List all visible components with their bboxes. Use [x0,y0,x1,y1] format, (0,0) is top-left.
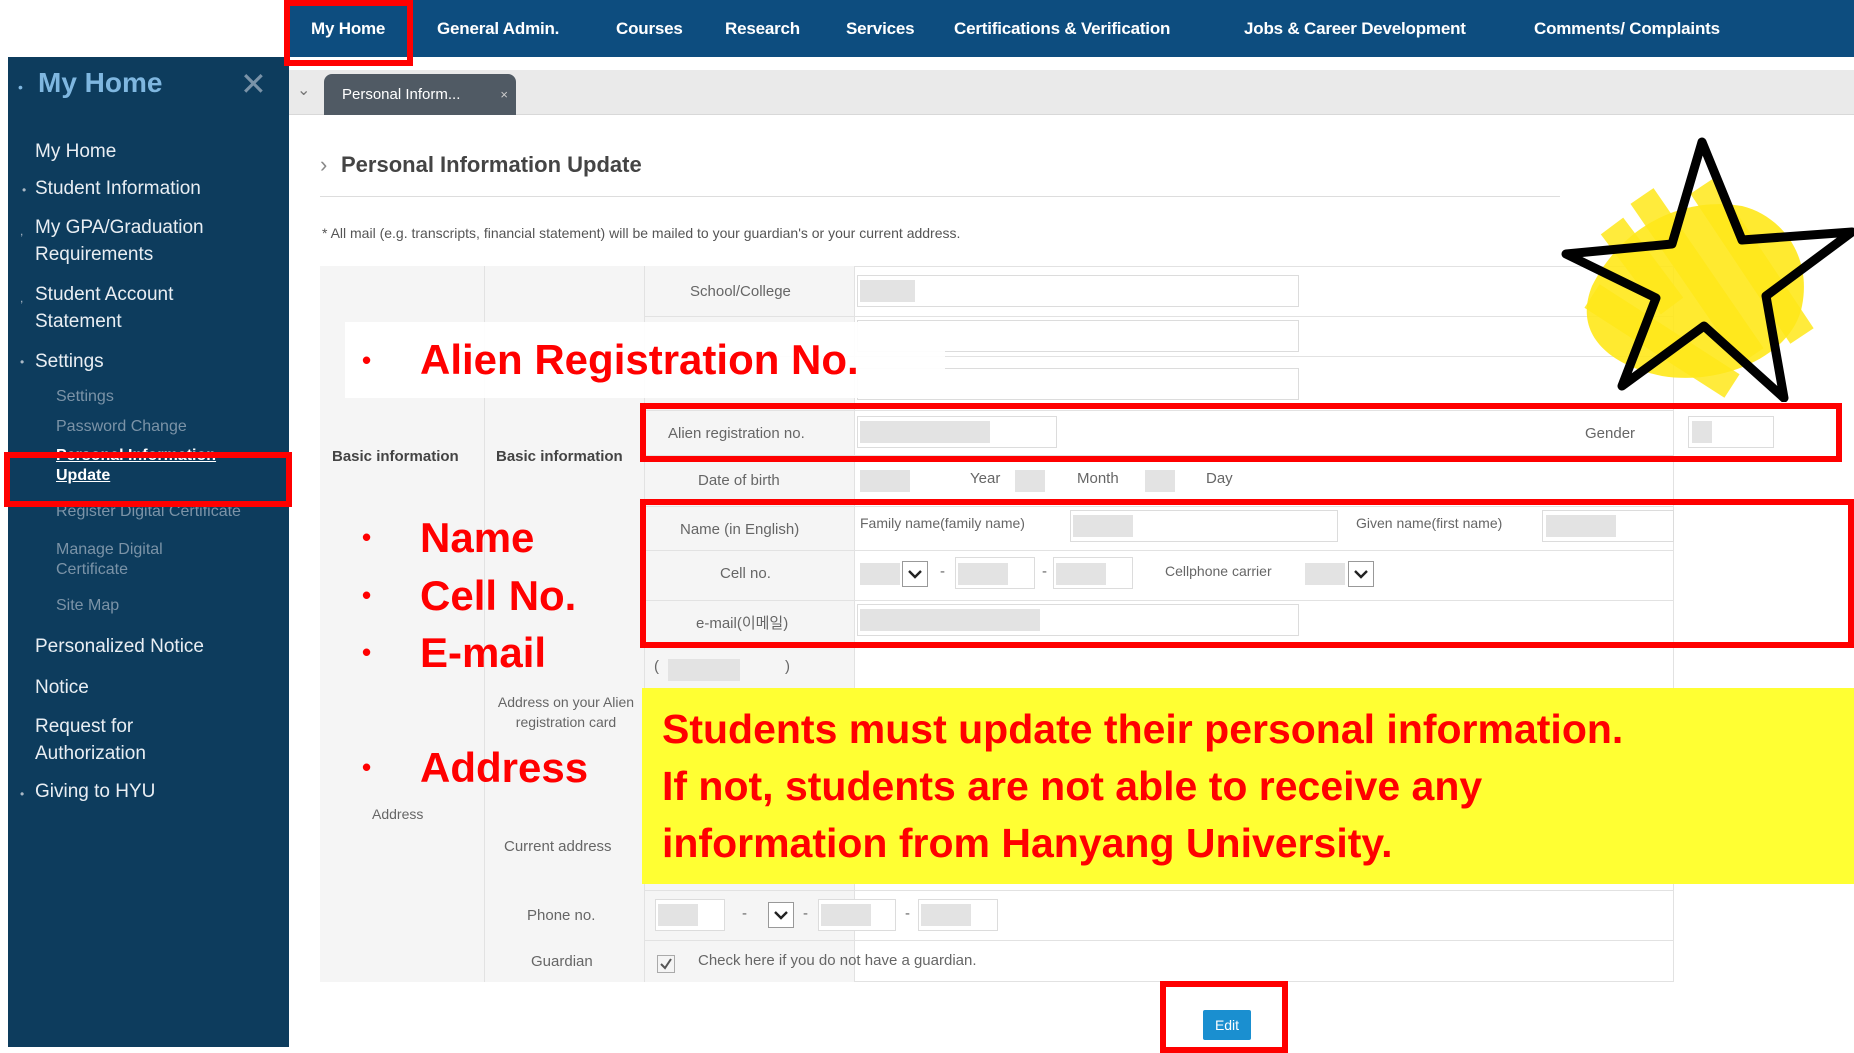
masked-value [921,904,971,926]
phone-separator: - [742,905,747,922]
sidebar-dot: • [22,183,27,197]
bullet-dot: • [362,637,372,667]
sidebar-sub-site-map[interactable]: Site Map [56,595,119,617]
dob-month-masked [1015,470,1045,492]
star-icon [1552,136,1854,403]
sidebar-dot: • [20,787,25,801]
highlight-alien-registration-row [640,403,1842,462]
annotation-email: E-mail [420,629,547,676]
zip-paren-open: ( [654,658,659,675]
school-college-field [857,275,1299,307]
nav-services[interactable]: Services [846,0,915,57]
masked-value [821,904,871,926]
nav-jobs-career[interactable]: Jobs & Career Development [1244,0,1466,57]
checkmark-icon [660,958,672,970]
sidebar-item-gpa[interactable]: My GPA/Graduation Requirements [35,214,235,268]
address-alien-card-label: Address on your Alien registration card [497,694,635,730]
dob-year-label: Year [970,470,1001,487]
current-address-label: Current address [504,838,612,855]
masked-value [860,280,915,302]
notice-line-3: information from Hanyang University. [662,820,1393,866]
dob-day-label: Day [1206,470,1233,487]
sidebar-item-personalized-notice[interactable]: Personalized Notice [35,633,204,660]
phone-prefix-select[interactable] [768,902,794,928]
dob-month-label: Month [1077,470,1119,487]
top-navigation: My Home General Admin. Courses Research … [289,0,1854,57]
guardian-checkbox[interactable] [657,955,675,973]
annotation-name: Name [420,514,535,561]
guardian-check-text: Check here if you do not have a guardian… [698,952,977,969]
sidebar-dot: • [20,355,25,369]
subgroup-label-basic: Basic information [496,448,623,465]
bullet-dot: • [362,522,372,552]
annotation-alien-registration: Alien Registration No. [420,336,859,383]
highlight-edit-button [1160,981,1288,1053]
notice-line-1: Students must update their personal info… [662,706,1624,752]
tab-bar: ⌄ Personal Inform... × [289,70,1854,115]
highlight-my-home-nav [284,0,413,66]
mail-notice: * All mail (e.g. transcripts, financial … [322,225,961,241]
sidebar-item-account-statement[interactable]: Student Account Statement [35,281,235,335]
chevron-down-icon[interactable]: ⌄ [297,80,310,100]
sidebar-item-my-home[interactable]: My Home [35,138,116,165]
highlight-personal-info-menu [4,452,292,507]
header-left-blank [0,0,289,57]
phone-separator: - [905,905,910,922]
group-label-address: Address [372,806,424,822]
sidebar-sub-settings[interactable]: Settings [56,386,114,408]
row-divider [645,940,1674,941]
dob-day-masked [1145,470,1175,492]
annotation-cell: Cell No. [420,572,577,619]
zip-masked [668,659,740,681]
chevron-down-icon [774,911,788,920]
page-title: Personal Information Update [341,152,642,177]
nav-general-admin[interactable]: General Admin. [437,0,559,57]
nav-certifications[interactable]: Certifications & Verification [954,0,1170,57]
row-divider [645,890,1674,891]
row-divider [645,316,1674,317]
tab-personal-information[interactable]: Personal Inform... × [324,74,516,115]
masked-value [658,904,698,926]
sidebar-item-notice[interactable]: Notice [35,674,89,701]
highlight-contact-rows [640,499,1854,648]
sidebar-title-bullet: • [18,79,23,95]
chevron-right-icon: › [320,152,328,177]
dob-year-masked [860,470,910,492]
notice-line-2: If not, students are not able to receive… [662,763,1483,809]
annotation-address: Address [420,744,589,791]
close-icon[interactable]: ✕ [240,65,267,103]
phone-label: Phone no. [527,907,596,924]
sidebar-sub-password-change[interactable]: Password Change [56,416,187,438]
sidebar: • My Home ✕ My Home • Student Informatio… [8,57,289,1047]
sidebar-dot: , [20,224,24,238]
tab-label: Personal Inform... [342,86,461,103]
bullet-dot: • [362,752,372,782]
nav-research[interactable]: Research [725,0,800,57]
title-divider [320,196,1560,197]
sidebar-item-request-authorization[interactable]: Request for Authorization [35,713,215,767]
tab-close-icon[interactable]: × [500,74,508,115]
guardian-label: Guardian [531,953,593,970]
sidebar-item-giving-to-hyu[interactable]: Giving to HYU [35,778,155,805]
school-college-label: School/College [690,283,791,300]
nav-courses[interactable]: Courses [616,0,683,57]
dob-label: Date of birth [698,472,780,489]
sidebar-item-settings[interactable]: Settings [35,348,104,375]
sidebar-dot: , [20,291,24,305]
bullet-dot: • [362,345,372,375]
group-label-basic: Basic information [332,448,459,465]
sidebar-sub-manage-digital-certificate[interactable]: Manage Digital Certificate [56,540,186,580]
nav-comments[interactable]: Comments/ Complaints [1534,0,1720,57]
zip-paren-close: ) [785,658,790,675]
sidebar-title: My Home [38,67,163,98]
phone-separator: - [803,905,808,922]
sidebar-header: • My Home ✕ [8,57,289,117]
bullet-dot: • [362,580,372,610]
sidebar-item-student-information[interactable]: Student Information [35,175,201,202]
